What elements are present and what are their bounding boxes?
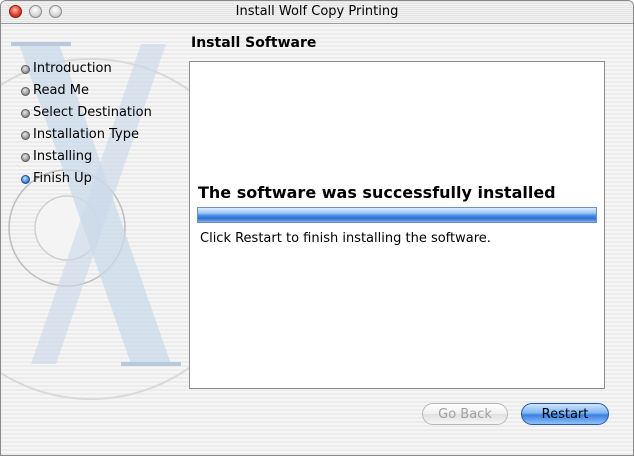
install-progress-bar — [197, 207, 597, 223]
window-title: Install Wolf Copy Printing — [235, 4, 399, 19]
step-label: Read Me — [33, 83, 90, 98]
go-back-button[interactable]: Go Back — [422, 403, 508, 425]
step-bullet-icon — [21, 131, 30, 140]
step-label: Installing — [33, 149, 93, 164]
status-message: Click Restart to finish installing the s… — [200, 231, 491, 246]
restart-button[interactable]: Restart — [521, 403, 609, 425]
step-bullet-icon — [21, 109, 30, 118]
success-title: The software was successfully installed — [198, 183, 556, 202]
step-label: Finish Up — [33, 171, 92, 186]
step-bullet-icon — [21, 65, 30, 74]
step-label: Introduction — [33, 61, 112, 76]
step-bullet-icon — [21, 153, 30, 162]
step-bullet-active-icon — [21, 175, 30, 184]
installer-window: Install Wolf Copy Printing Install Softw… — [0, 0, 634, 456]
step-bullet-icon — [21, 87, 30, 96]
title-bar: Install Wolf Copy Printing — [1, 1, 633, 24]
step-label: Select Destination — [33, 105, 152, 120]
page-title: Install Software — [191, 35, 317, 51]
step-label: Installation Type — [33, 127, 139, 142]
content-panel: The software was successfully installed … — [189, 61, 605, 389]
